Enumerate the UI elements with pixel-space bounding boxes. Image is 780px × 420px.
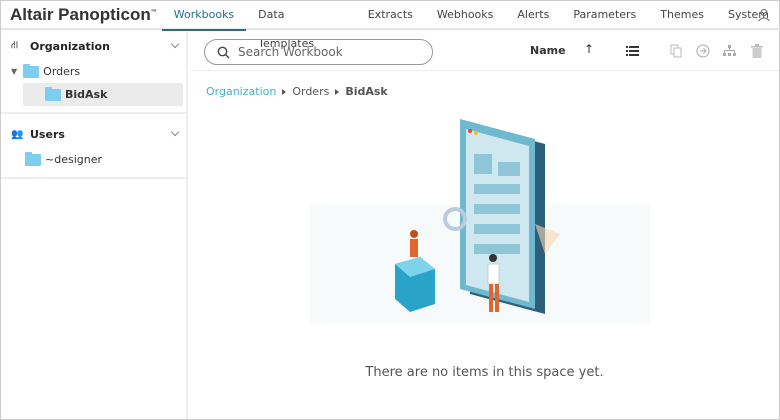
breadcrumb: Organization Orders BidAsk bbox=[206, 85, 388, 98]
divider bbox=[1, 112, 186, 114]
hierarchy-icon[interactable] bbox=[723, 45, 736, 57]
tab-parameters[interactable]: Parameters bbox=[561, 0, 648, 29]
user-icon[interactable] bbox=[757, 8, 771, 22]
search-input[interactable]: Search Workbook bbox=[204, 39, 433, 65]
folder-icon bbox=[25, 151, 41, 166]
hierarchy-icon: ⛙ bbox=[11, 39, 19, 51]
tree-item-orders[interactable]: ▼ Orders bbox=[1, 60, 186, 83]
divider bbox=[1, 177, 186, 179]
tab-themes[interactable]: Themes bbox=[648, 0, 716, 29]
users-header[interactable]: 👥 Users bbox=[1, 120, 186, 148]
tab-webhooks[interactable]: Webhooks bbox=[425, 0, 506, 29]
trash-icon[interactable] bbox=[751, 44, 763, 58]
move-icon[interactable] bbox=[696, 44, 710, 58]
folder-icon bbox=[23, 63, 40, 78]
chevron-down-icon[interactable] bbox=[170, 39, 180, 49]
caret-right-icon bbox=[335, 88, 340, 95]
empty-state-illustration bbox=[310, 119, 650, 324]
empty-state-message: There are no items in this space yet. bbox=[365, 365, 604, 380]
top-nav: Altair Panopticon™ Workbooks Data Templa… bbox=[1, 0, 780, 50]
organization-header[interactable]: ⛙ Organization bbox=[1, 32, 186, 60]
caret-right-icon bbox=[282, 88, 287, 95]
tab-extracts[interactable]: Extracts bbox=[356, 0, 425, 29]
sort-field[interactable]: Name bbox=[530, 44, 566, 57]
tab-data-templates[interactable]: Data Templates bbox=[246, 0, 356, 50]
main-panel: Search Workbook Name ↑ Organization Orde… bbox=[190, 32, 779, 419]
breadcrumb-current: BidAsk bbox=[345, 85, 388, 98]
search-icon bbox=[217, 46, 230, 58]
breadcrumb-orders[interactable]: Orders bbox=[292, 85, 329, 98]
tab-alerts[interactable]: Alerts bbox=[505, 0, 561, 29]
tree-item-designer[interactable]: ~designer bbox=[1, 148, 186, 171]
sort-ascending-icon[interactable]: ↑ bbox=[584, 42, 594, 56]
sidebar: ⛙ Organization ▼ Orders BidAsk 👥 Users ~des… bbox=[1, 32, 188, 419]
app-logo: Altair Panopticon™ bbox=[10, 4, 157, 24]
breadcrumb-organization[interactable]: Organization bbox=[206, 85, 276, 98]
caret-down-icon[interactable]: ▼ bbox=[11, 67, 17, 76]
folder-icon bbox=[45, 86, 61, 101]
users-icon: 👥 bbox=[11, 128, 24, 140]
toolbar: Search Workbook Name ↑ bbox=[190, 32, 779, 71]
list-view-icon[interactable] bbox=[626, 46, 639, 56]
tab-workbooks[interactable]: Workbooks bbox=[161, 0, 247, 31]
tree-item-bidask[interactable]: BidAsk bbox=[23, 83, 183, 106]
chevron-down-icon[interactable] bbox=[170, 127, 180, 137]
copy-icon[interactable] bbox=[670, 44, 683, 58]
